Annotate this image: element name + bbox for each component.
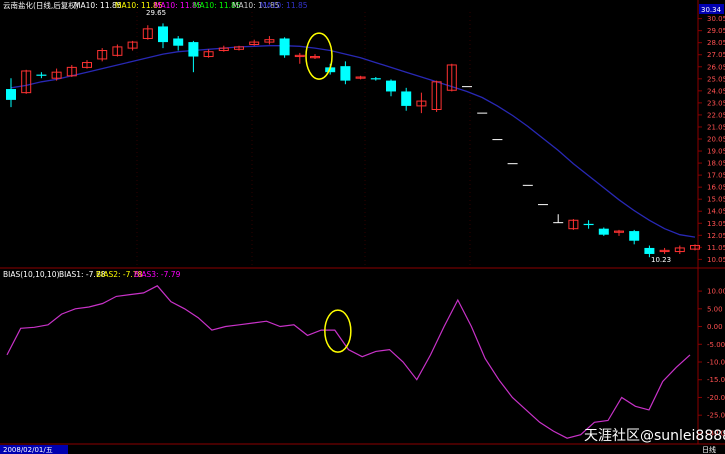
candle-down xyxy=(370,78,381,80)
candle-down xyxy=(158,26,168,43)
price-tick-label: 22.05 xyxy=(707,111,725,119)
price-tick-label: 10.05 xyxy=(707,256,725,264)
candle-down xyxy=(644,247,655,254)
indicator-header: BIAS(10,10,10) BIAS1: -7.78 BIAS2: -7.78… xyxy=(3,270,181,279)
price-tick-label: 15.05 xyxy=(707,196,725,204)
price-tick-label: 19.05 xyxy=(707,148,725,156)
mode-label[interactable]: 日线 xyxy=(702,445,716,454)
bias-tick-label: -20.00 xyxy=(707,394,725,402)
price-tick-label: 17.05 xyxy=(707,172,725,180)
footer: 2008/02/01/五 日线 xyxy=(0,445,716,454)
bias-layer xyxy=(6,285,691,439)
bias-title: BIAS(10,10,10) xyxy=(3,270,60,279)
price-grid xyxy=(136,12,471,266)
candle-down xyxy=(598,228,609,235)
price-tick-label: 12.05 xyxy=(707,232,725,240)
price-tag: 30.34 xyxy=(701,6,722,14)
candle-down xyxy=(36,74,47,76)
price-tick-label: 16.05 xyxy=(707,184,725,192)
price-tick-label: 29.05 xyxy=(707,27,725,35)
date-label: 2008/02/01/五 xyxy=(3,446,53,454)
price-header: 云南盐化(日线,后复权) MA10: 11.85 MA10: 11.85 MA1… xyxy=(3,0,724,14)
candles-layer xyxy=(6,23,700,258)
candle-down xyxy=(629,231,640,241)
candle-down xyxy=(188,42,199,57)
price-tick-label: 28.05 xyxy=(707,39,725,47)
price-tick-label: 30.05 xyxy=(707,15,725,23)
extreme-labels: 29.65 10.23 xyxy=(146,9,671,264)
price-tick-label: 27.05 xyxy=(707,51,725,59)
candle-down xyxy=(173,38,184,46)
bias-axis: 10.00 5.00 0.00 -5.00 -10.00 -15.00 -20.00 -25.… xyxy=(698,288,725,437)
low-price-label: 10.23 xyxy=(651,256,671,264)
highlight-circles xyxy=(305,32,352,353)
price-tick-label: 20.05 xyxy=(707,136,725,144)
price-tick-label: 23.05 xyxy=(707,99,725,107)
bias-tick-label: 5.00 xyxy=(707,305,723,313)
bias-tick-label: 0.00 xyxy=(707,323,723,331)
bias3-label: BIAS3: -7.79 xyxy=(134,270,181,279)
price-tick-label: 14.05 xyxy=(707,208,725,216)
candle-down xyxy=(279,38,290,56)
bias3-line xyxy=(6,285,691,439)
bias-tick-label: -5.00 xyxy=(707,341,725,349)
price-tick-label: 21.05 xyxy=(707,123,725,131)
price-tick-label: 18.05 xyxy=(707,160,725,168)
price-tick-label: 13.05 xyxy=(707,220,725,228)
stock-chart: 云南盐化(日线,后复权) MA10: 11.85 MA10: 11.85 MA1… xyxy=(0,0,725,454)
ma-layer xyxy=(10,45,696,238)
chart-title: 云南盐化(日线,后复权) xyxy=(3,0,79,10)
bias-tick-label: -25.00 xyxy=(707,412,725,420)
bias-tick-label: -15.00 xyxy=(707,376,725,384)
price-tick-label: 11.05 xyxy=(707,244,725,252)
ma-label-6: MA10: 11.85 xyxy=(260,1,308,10)
candle-down xyxy=(6,89,16,100)
price-tick-label: 26.05 xyxy=(707,63,725,71)
bias-highlight-circle xyxy=(324,309,352,353)
watermark: 天涯社区@sunlei8888 xyxy=(584,428,725,444)
ma-line xyxy=(10,45,696,238)
bias-tick-label: -10.00 xyxy=(707,359,725,367)
candle-down xyxy=(583,223,594,226)
price-axis: 10.05 11.05 12.05 13.05 14.05 15.05 16.05 17.05… xyxy=(698,15,725,264)
candle-down xyxy=(401,91,412,106)
price-tick-label: 24.05 xyxy=(707,87,725,95)
candle-down xyxy=(340,66,351,81)
bias-tick-label: 10.00 xyxy=(707,288,725,296)
candle-down xyxy=(386,80,396,92)
price-tick-label: 25.05 xyxy=(707,75,725,83)
high-price-label: 29.65 xyxy=(146,9,166,17)
